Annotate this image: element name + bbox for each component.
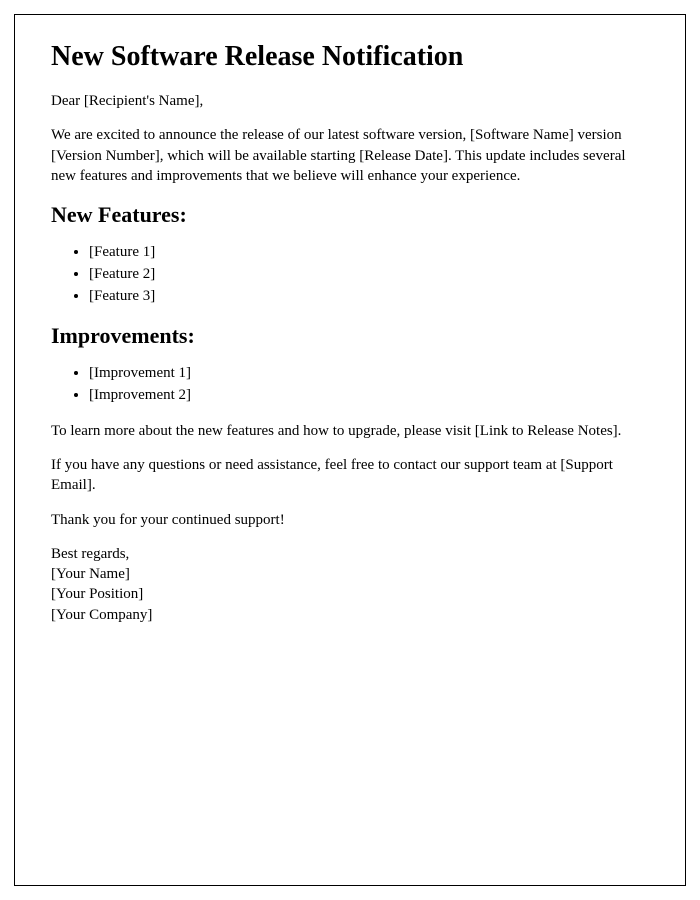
improvements-heading: Improvements: (51, 323, 649, 349)
signoff: Best regards, [Your Name] [Your Position… (51, 544, 649, 625)
intro-paragraph: We are excited to announce the release o… (51, 125, 649, 186)
signoff-position: [Your Position] (51, 584, 649, 604)
list-item: [Feature 3] (89, 286, 649, 308)
greeting: Dear [Recipient's Name], (51, 91, 649, 111)
improvements-list: [Improvement 1] [Improvement 2] (89, 363, 649, 407)
support-paragraph: If you have any questions or need assist… (51, 455, 649, 496)
list-item: [Feature 1] (89, 242, 649, 264)
thanks-paragraph: Thank you for your continued support! (51, 510, 649, 530)
document-page: New Software Release Notification Dear [… (14, 14, 686, 886)
features-heading: New Features: (51, 202, 649, 228)
features-list: [Feature 1] [Feature 2] [Feature 3] (89, 242, 649, 307)
signoff-company: [Your Company] (51, 605, 649, 625)
list-item: [Feature 2] (89, 264, 649, 286)
signoff-regards: Best regards, (51, 544, 649, 564)
signoff-name: [Your Name] (51, 564, 649, 584)
page-title: New Software Release Notification (51, 41, 649, 73)
list-item: [Improvement 1] (89, 363, 649, 385)
list-item: [Improvement 2] (89, 385, 649, 407)
learn-more-paragraph: To learn more about the new features and… (51, 421, 649, 441)
